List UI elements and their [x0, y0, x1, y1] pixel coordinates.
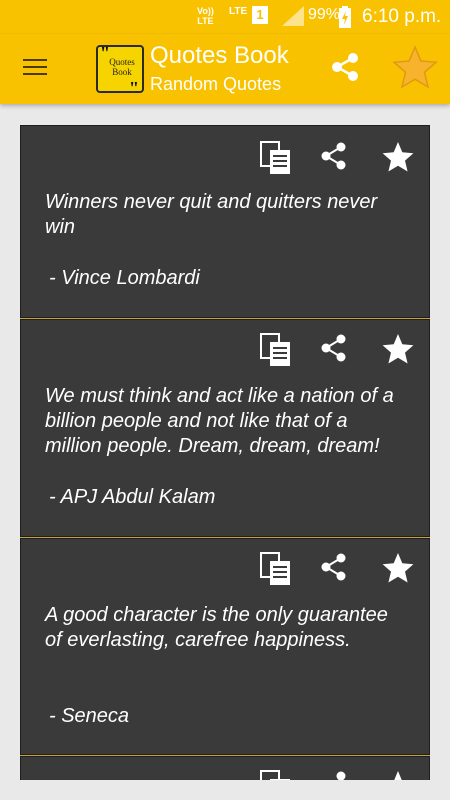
- app-logo: " Quotes Book ": [96, 43, 144, 98]
- quote-text: We must think and act like a nation of a…: [45, 385, 394, 457]
- quote-text: Winners never quit and quitters never wi…: [45, 191, 378, 238]
- star-icon[interactable]: [381, 140, 415, 174]
- sim-indicator: 1: [252, 6, 268, 24]
- share-icon[interactable]: [319, 551, 353, 585]
- quote-card-partial: [20, 756, 430, 780]
- quote-card: A good character is the only guarantee o…: [20, 538, 430, 755]
- battery-charging-icon: [339, 6, 351, 33]
- quote-card: Winners never quit and quitters never wi…: [20, 125, 430, 318]
- quote-author: - Vince Lombardi: [49, 267, 200, 289]
- copy-icon[interactable]: [259, 551, 293, 585]
- quote-author: - Seneca: [49, 705, 130, 727]
- signal-icon: [282, 6, 304, 31]
- share-icon[interactable]: [328, 50, 362, 84]
- share-icon[interactable]: [319, 140, 353, 174]
- status-bar: Vo)) LTE LTE 1 99% 6:10 p.m.: [0, 0, 450, 34]
- star-icon[interactable]: [381, 769, 415, 780]
- quote-list[interactable]: Winners never quit and quitters never wi…: [20, 125, 430, 780]
- app-subtitle: Random Quotes: [150, 74, 282, 94]
- menu-icon[interactable]: [18, 54, 52, 84]
- quote-card: We must think and act like a nation of a…: [20, 319, 430, 537]
- quote-text: A good character is the only guarantee o…: [45, 604, 388, 651]
- app-bar: " Quotes Book " Quotes Book Random Quote…: [0, 34, 450, 104]
- star-icon[interactable]: [381, 551, 415, 585]
- copy-icon[interactable]: [259, 769, 293, 780]
- logo-text: Quotes Book: [109, 57, 135, 77]
- volte-indicator: Vo)) LTE: [197, 6, 214, 26]
- quote-author: - APJ Abdul Kalam: [49, 486, 216, 508]
- copy-icon[interactable]: [259, 140, 293, 174]
- copy-icon[interactable]: [259, 332, 293, 366]
- app-title: Quotes Book: [150, 42, 289, 69]
- share-icon[interactable]: [319, 769, 353, 780]
- clock: 6:10 p.m.: [362, 6, 442, 27]
- battery-percent: 99%: [308, 6, 341, 23]
- lte-indicator: LTE: [229, 6, 248, 17]
- share-icon[interactable]: [319, 332, 353, 366]
- star-icon[interactable]: [381, 332, 415, 366]
- favorites-star-icon[interactable]: [392, 44, 438, 90]
